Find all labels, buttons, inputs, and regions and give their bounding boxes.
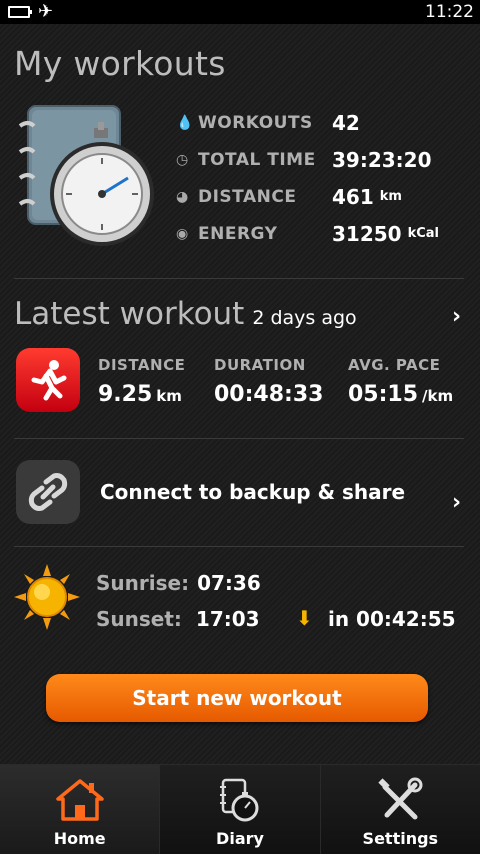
stat-workouts: 💧 WORKOUTS 42 xyxy=(176,104,476,141)
metric-avg-pace: AVG. PACE 05:15/km xyxy=(348,356,453,407)
page-title: My workouts xyxy=(14,44,226,83)
airplane-mode-icon: ✈ xyxy=(38,1,54,22)
stat-unit: kCal xyxy=(407,226,440,241)
diary-icon xyxy=(219,778,259,822)
bottom-tab-bar: Home Diary Settings xyxy=(0,764,480,854)
tab-home[interactable]: Home xyxy=(0,765,161,854)
energy-icon: ◉ xyxy=(176,225,189,242)
stat-label: TOTAL TIME xyxy=(198,149,316,170)
stat-unit: km xyxy=(379,189,402,204)
tab-label: Settings xyxy=(362,829,439,848)
divider xyxy=(14,546,464,547)
chevron-right-icon[interactable]: › xyxy=(452,304,461,329)
arrow-down-icon: ⬇ xyxy=(296,606,313,630)
tab-label: Diary xyxy=(216,829,264,848)
connect-label: Connect to backup & share xyxy=(100,480,406,504)
metric-value: 9.25 km xyxy=(98,382,182,407)
stat-value: 42 xyxy=(332,110,360,135)
metric-label: DURATION xyxy=(214,356,306,374)
running-icon xyxy=(16,348,80,412)
workout-stopwatch-icon xyxy=(18,105,154,246)
tab-diary[interactable]: Diary xyxy=(160,765,321,854)
stat-value: 31250 xyxy=(332,221,402,246)
latest-workout-header: Latest workout 2 days ago xyxy=(14,296,357,332)
stat-total-time: ◷ TOTAL TIME 39:23:20 xyxy=(176,141,476,178)
start-workout-button[interactable]: Start new workout xyxy=(46,674,428,722)
metric-duration: DURATION 00:48:33 xyxy=(214,356,323,407)
divider xyxy=(14,278,464,279)
tools-icon xyxy=(378,777,423,820)
status-clock: 11:22 xyxy=(425,2,474,22)
stat-value: 39:23:20 xyxy=(332,147,432,172)
home-icon xyxy=(55,779,104,821)
main-content: My workouts 💧 WORKOUTS 42 ◷ TOTAL TIME 3… xyxy=(0,24,480,764)
sunset-row: Sunset: 17:03 xyxy=(96,607,260,631)
status-bar: ✈ 11:22 xyxy=(0,0,480,24)
stat-distance: ◕ DISTANCE 461 km xyxy=(176,178,476,215)
drop-icon: 💧 xyxy=(176,114,194,131)
distance-icon: ◕ xyxy=(176,188,189,205)
chevron-right-icon[interactable]: › xyxy=(452,490,461,515)
metric-label: AVG. PACE xyxy=(348,356,441,374)
metric-label: DISTANCE xyxy=(98,356,186,374)
metric-value: 00:48:33 xyxy=(214,382,324,407)
link-icon xyxy=(16,460,80,524)
divider xyxy=(14,438,464,439)
metric-value: 05:15/km xyxy=(348,382,454,407)
clock-icon: ◷ xyxy=(176,151,189,168)
sunset-countdown: in 00:42:55 xyxy=(328,607,456,631)
stat-label: DISTANCE xyxy=(198,186,297,207)
sun-icon xyxy=(14,564,80,630)
latest-workout-title: Latest workout xyxy=(14,296,245,332)
battery-icon xyxy=(8,6,32,18)
stat-label: WORKOUTS xyxy=(198,112,313,133)
latest-workout-when: 2 days ago xyxy=(252,307,357,329)
tab-settings[interactable]: Settings xyxy=(320,765,480,854)
metric-distance: DISTANCE 9.25 km xyxy=(98,356,185,407)
sunrise-row: Sunrise: 07:36 xyxy=(96,571,261,595)
stat-value: 461 xyxy=(332,184,374,209)
tab-label: Home xyxy=(53,829,106,848)
stat-energy: ◉ ENERGY 31250 kCal xyxy=(176,215,476,252)
stat-label: ENERGY xyxy=(198,223,278,244)
stats-list: 💧 WORKOUTS 42 ◷ TOTAL TIME 39:23:20 ◕ DI… xyxy=(176,104,476,252)
